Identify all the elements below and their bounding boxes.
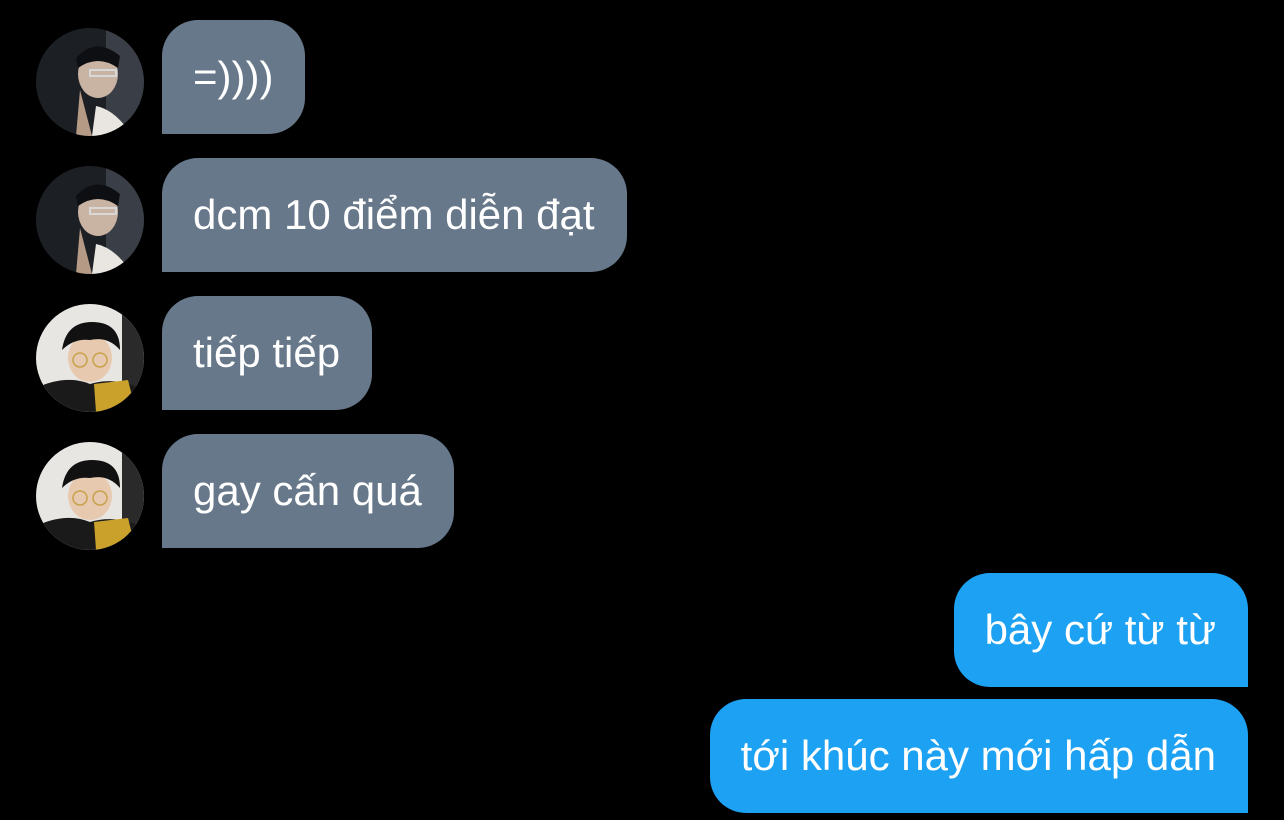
message-bubble[interactable]: gay cấn quá bbox=[162, 434, 454, 548]
message-bubble[interactable]: bây cứ từ từ bbox=[953, 573, 1248, 687]
message-row: tiếp tiếp bbox=[0, 296, 1284, 412]
avatar[interactable] bbox=[36, 166, 144, 274]
message-bubble[interactable]: tiếp tiếp bbox=[162, 296, 373, 410]
message-thread: =)))) dcm 10 điểm diễn đạt tiếp tiếp gay… bbox=[0, 0, 1284, 820]
message-row: bây cứ từ từ bbox=[0, 573, 1284, 687]
avatar-image bbox=[36, 28, 144, 136]
message-bubble[interactable]: tới khúc này mới hấp dẫn bbox=[709, 699, 1248, 813]
message-row: tới khúc này mới hấp dẫn bbox=[0, 699, 1284, 813]
avatar-image bbox=[36, 442, 144, 550]
avatar[interactable] bbox=[36, 304, 144, 412]
avatar-image bbox=[36, 304, 144, 412]
avatar[interactable] bbox=[36, 442, 144, 550]
message-row: gay cấn quá bbox=[0, 434, 1284, 550]
message-bubble[interactable]: dcm 10 điểm diễn đạt bbox=[162, 158, 627, 272]
message-row: dcm 10 điểm diễn đạt bbox=[0, 158, 1284, 274]
message-row: =)))) bbox=[0, 20, 1284, 136]
message-bubble[interactable]: =)))) bbox=[162, 20, 306, 134]
avatar-image bbox=[36, 166, 144, 274]
avatar[interactable] bbox=[36, 28, 144, 136]
